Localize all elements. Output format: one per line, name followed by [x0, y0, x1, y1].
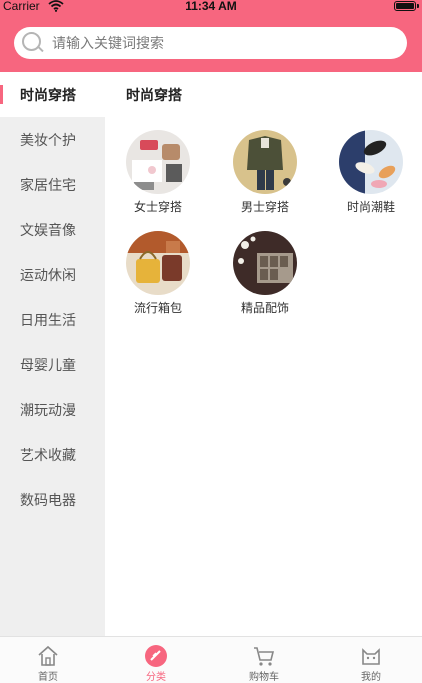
- sidebar-item-label: 运动休闲: [20, 267, 76, 284]
- status-bar: Carrier 11:34 AM: [0, 0, 422, 14]
- cart-icon: [252, 644, 276, 668]
- subcategory-label: 女士穿搭: [133, 200, 182, 214]
- tab-category[interactable]: 分类: [126, 637, 186, 683]
- tab-cart[interactable]: 购物车: [234, 637, 294, 683]
- sidebar-item-label: 文娱音像: [20, 222, 76, 239]
- tab-home[interactable]: 首页: [18, 637, 78, 683]
- tab-label: 首页: [38, 672, 58, 683]
- sidebar-item-label: 潮玩动漫: [20, 402, 76, 419]
- subcategory-label: 男士穿搭: [240, 200, 289, 214]
- battery-icon: [394, 1, 419, 11]
- tab-bar: 首页 分类 购物车 我的: [0, 636, 422, 683]
- accessories-photo: [233, 231, 297, 295]
- tab-label: 分类: [146, 672, 166, 683]
- tab-label: 购物车: [249, 672, 279, 683]
- category-content: 时尚穿搭 女士穿搭 男士穿搭 时尚潮鞋 流行箱包 精品配饰: [105, 72, 422, 636]
- subcategory-fashion-shoes[interactable]: 时尚潮鞋: [319, 130, 409, 220]
- sidebar-item-label: 艺术收藏: [20, 447, 76, 464]
- sidebar-item-label: 时尚穿搭: [20, 87, 76, 104]
- sidebar-item-digital[interactable]: 数码电器: [0, 477, 105, 522]
- sidebar-item-toys[interactable]: 潮玩动漫: [0, 387, 105, 432]
- sidebar-item-home[interactable]: 家居住宅: [0, 162, 105, 207]
- sidebar-item-label: 美妆个护: [20, 132, 76, 149]
- subcategory-mens-clothing[interactable]: 男士穿搭: [213, 130, 303, 220]
- sidebar-item-baby[interactable]: 母婴儿童: [0, 342, 105, 387]
- sidebar-item-sports[interactable]: 运动休闲: [0, 252, 105, 297]
- category-sidebar: 时尚穿搭 美妆个护 家居住宅 文娱音像 运动休闲 日用生活 母婴儿童 潮玩动漫 …: [0, 72, 105, 636]
- header: Carrier 11:34 AM 请输入关键词搜索: [0, 0, 422, 72]
- subcategory-label: 精品配饰: [240, 301, 289, 315]
- sidebar-item-label: 家居住宅: [20, 177, 76, 194]
- subcategory-bags[interactable]: 流行箱包: [106, 231, 196, 321]
- profile-icon: [359, 644, 383, 668]
- category-icon: [144, 644, 168, 668]
- sidebar-item-daily[interactable]: 日用生活: [0, 297, 105, 342]
- home-icon: [36, 644, 60, 668]
- subcategory-label: 时尚潮鞋: [346, 200, 395, 214]
- sidebar-item-fashion[interactable]: 时尚穿搭: [0, 72, 105, 117]
- sidebar-item-entertainment[interactable]: 文娱音像: [0, 207, 105, 252]
- subcategory-womens-clothing[interactable]: 女士穿搭: [106, 130, 196, 220]
- sidebar-item-beauty[interactable]: 美妆个护: [0, 117, 105, 162]
- bags-photo: [126, 231, 190, 295]
- mens-clothing-photo: [233, 130, 297, 194]
- sidebar-item-label: 数码电器: [20, 492, 76, 509]
- subcategory-accessories[interactable]: 精品配饰: [213, 231, 303, 321]
- sidebar-item-label: 母婴儿童: [20, 357, 76, 374]
- fashion-shoes-photo: [339, 130, 403, 194]
- section-title: 时尚穿搭: [126, 88, 182, 104]
- tab-profile[interactable]: 我的: [341, 637, 401, 683]
- tab-label: 我的: [361, 672, 381, 683]
- status-time: 11:34 AM: [185, 0, 237, 13]
- womens-clothing-photo: [126, 130, 190, 194]
- search-icon: [22, 32, 44, 54]
- search-placeholder: 请输入关键词搜索: [52, 36, 164, 52]
- subcategory-label: 流行箱包: [133, 301, 182, 315]
- search-bar[interactable]: 请输入关键词搜索: [14, 27, 407, 59]
- sidebar-item-art[interactable]: 艺术收藏: [0, 432, 105, 477]
- sidebar-item-label: 日用生活: [20, 312, 76, 329]
